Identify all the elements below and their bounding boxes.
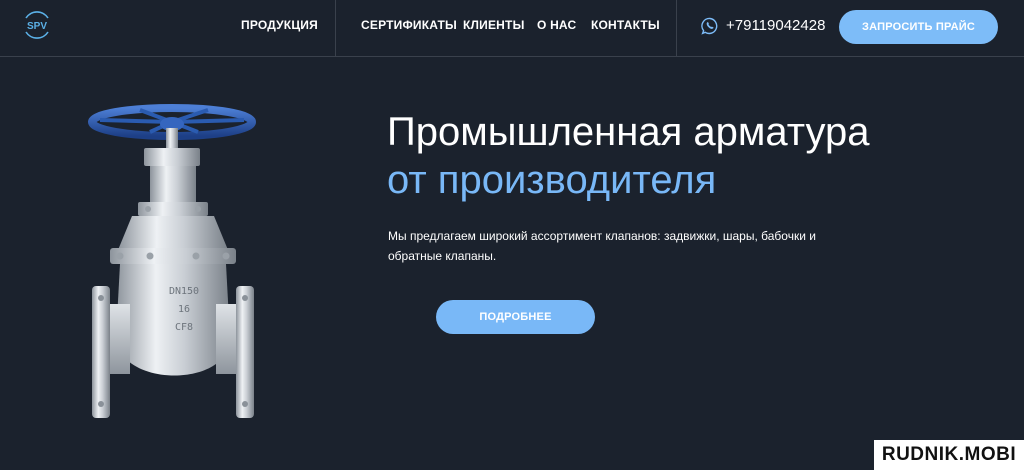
nav-divider [676,0,677,56]
request-price-button[interactable]: ЗАПРОСИТЬ ПРАЙС [839,10,998,44]
hero-subtitle: от производителя [387,158,717,202]
nav-products[interactable]: ПРОДУКЦИЯ [241,18,318,32]
gate-valve-image: DN150 16 CF8 [88,104,256,418]
valve-marking-dn: DN150 [169,286,199,297]
site-header: SPV ПРОДУКЦИЯ СЕРТИФИКАТЫ КЛИЕНТЫ О НАС … [0,0,1024,57]
more-button[interactable]: ПОДРОБНЕЕ [436,300,595,334]
whatsapp-icon[interactable] [701,17,719,35]
nav-contacts[interactable]: КОНТАКТЫ [591,18,660,32]
nav-divider [335,0,336,56]
phone-number[interactable]: +79119042428 [726,17,825,34]
hero-title: Промышленная арматура [387,110,870,154]
watermark: RUDNIK.MOBI [874,440,1024,470]
hero-description: Мы предлагаем широкий ассортимент клапан… [388,229,816,263]
nav-certificates[interactable]: СЕРТИФИКАТЫ [361,18,457,32]
nav-about[interactable]: О НАС [537,18,576,32]
logo-text: SPV [27,21,47,32]
spv-logo[interactable]: SPV [22,10,52,40]
nav-clients[interactable]: КЛИЕНТЫ [463,18,525,32]
valve-marking-material: CF8 [175,322,193,333]
valve-marking-pn: 16 [178,304,190,315]
